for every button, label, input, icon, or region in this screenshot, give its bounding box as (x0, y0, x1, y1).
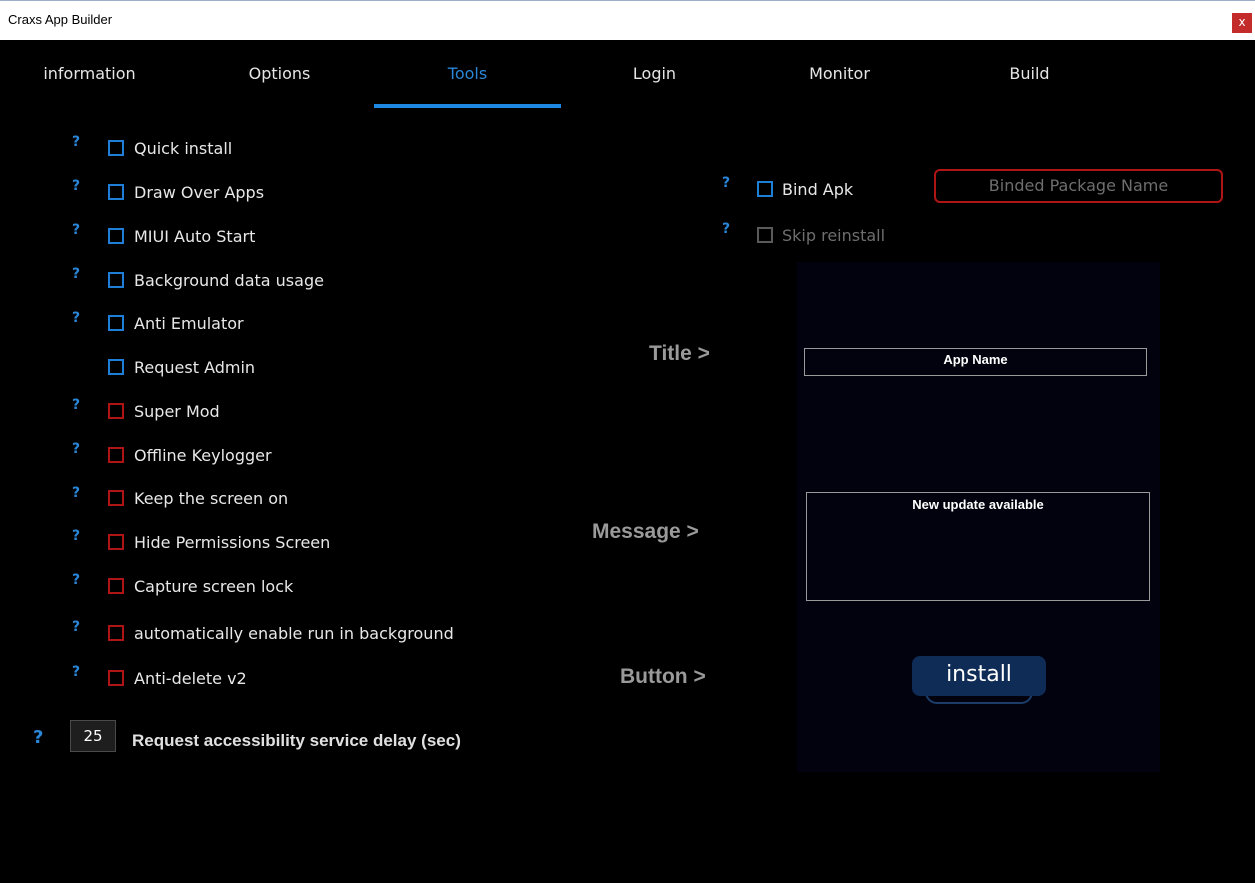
request-admin-checkbox[interactable] (108, 359, 124, 375)
capture-screen-lock-label: Capture screen lock (134, 577, 294, 596)
keep-screen-on-checkbox[interactable] (108, 490, 124, 506)
quick-install-checkbox[interactable] (108, 140, 124, 156)
skip-reinstall-label: Skip reinstall (782, 226, 886, 245)
capture-screen-lock-checkbox[interactable] (108, 578, 124, 594)
help-icon[interactable]: ? (72, 310, 84, 326)
active-tab-indicator (374, 104, 561, 108)
hide-permissions-screen-checkbox[interactable] (108, 534, 124, 550)
accessibility-delay-input[interactable]: 25 (70, 720, 116, 752)
help-icon[interactable]: ? (72, 397, 84, 413)
close-icon: x (1238, 15, 1246, 29)
quick-install-label: Quick install (134, 139, 233, 158)
title-label: Title > (649, 342, 710, 365)
super-mod-label: Super Mod (134, 402, 220, 421)
help-icon[interactable]: ? (72, 664, 84, 680)
help-icon[interactable]: ? (72, 178, 84, 194)
offline-keylogger-label: Offline Keylogger (134, 446, 272, 465)
tab-build[interactable]: Build (936, 64, 1123, 86)
tab-information[interactable]: information (0, 64, 183, 86)
run-in-background-checkbox[interactable] (108, 625, 124, 641)
close-button[interactable]: x (1232, 13, 1252, 33)
keep-screen-on-label: Keep the screen on (134, 489, 289, 508)
draw-over-apps-checkbox[interactable] (108, 184, 124, 200)
help-icon[interactable]: ? (722, 175, 734, 191)
window-titlebar: Craxs App Builder x (0, 0, 1255, 40)
skip-reinstall-checkbox[interactable] (757, 227, 773, 243)
help-icon[interactable]: ? (33, 727, 45, 748)
background-data-usage-checkbox[interactable] (108, 272, 124, 288)
help-icon[interactable]: ? (72, 619, 84, 635)
title-input[interactable]: App Name (804, 348, 1147, 376)
anti-emulator-checkbox[interactable] (108, 315, 124, 331)
help-icon[interactable]: ? (72, 266, 84, 282)
background-data-usage-label: Background data usage (134, 271, 324, 290)
bind-apk-label: Bind Apk (782, 180, 854, 199)
message-label: Message > (592, 520, 699, 543)
help-icon[interactable]: ? (72, 485, 84, 501)
miui-auto-start-checkbox[interactable] (108, 228, 124, 244)
offline-keylogger-checkbox[interactable] (108, 447, 124, 463)
tab-options[interactable]: Options (186, 64, 373, 86)
help-icon[interactable]: ? (72, 222, 84, 238)
super-mod-checkbox[interactable] (108, 403, 124, 419)
binded-package-name-input[interactable]: Binded Package Name (934, 169, 1223, 203)
help-icon[interactable]: ? (72, 528, 84, 544)
bind-apk-checkbox[interactable] (757, 181, 773, 197)
message-input[interactable]: New update available (806, 492, 1150, 601)
window-title: Craxs App Builder (8, 12, 113, 27)
anti-delete-v2-label: Anti-delete v2 (134, 669, 247, 688)
run-in-background-label: automatically enable run in background (134, 624, 454, 643)
anti-delete-v2-checkbox[interactable] (108, 670, 124, 686)
help-icon[interactable]: ? (72, 441, 84, 457)
anti-emulator-label: Anti Emulator (134, 314, 244, 333)
miui-auto-start-label: MIUI Auto Start (134, 227, 256, 246)
hide-permissions-screen-label: Hide Permissions Screen (134, 533, 331, 552)
accessibility-delay-label: Request accessibility service delay (sec… (132, 731, 461, 750)
draw-over-apps-label: Draw Over Apps (134, 183, 265, 202)
help-icon[interactable]: ? (72, 134, 84, 150)
help-icon[interactable]: ? (72, 572, 84, 588)
help-icon[interactable]: ? (722, 221, 734, 237)
button-label: Button > (620, 665, 706, 688)
tab-tools[interactable]: Tools (374, 64, 561, 86)
tab-monitor[interactable]: Monitor (746, 64, 933, 86)
request-admin-label: Request Admin (134, 358, 256, 377)
tab-login[interactable]: Login (561, 64, 748, 86)
install-button[interactable]: install (912, 656, 1046, 696)
